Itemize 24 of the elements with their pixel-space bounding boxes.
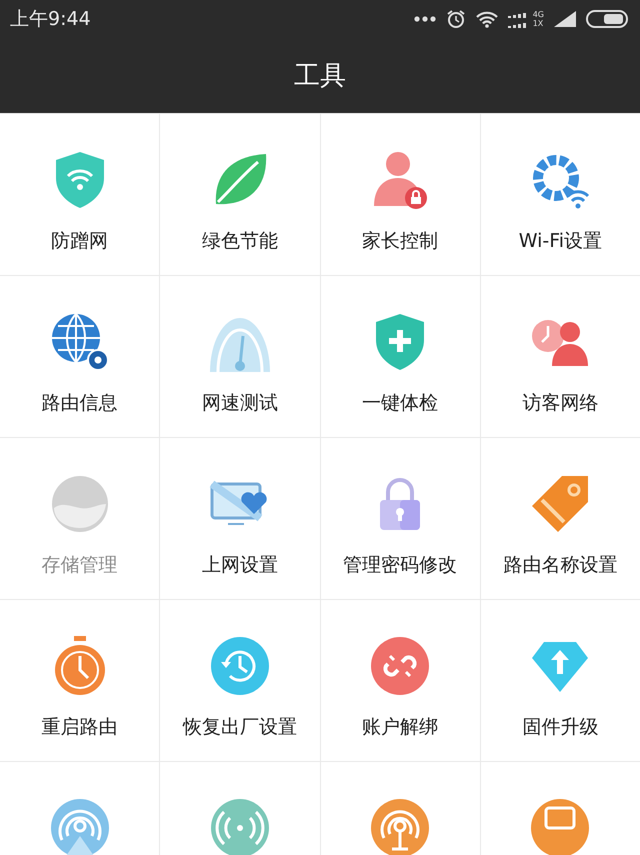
tool-tile[interactable]: 重启路由: [0, 600, 160, 761]
tool-tile[interactable]: 一键体检: [320, 276, 480, 437]
tool-tile[interactable]: 上网设置: [160, 438, 320, 599]
status-time: 上午9:44: [10, 7, 91, 32]
network-type: 4G: [532, 10, 544, 19]
tool-tile[interactable]: 访客网络: [480, 276, 640, 437]
network-type: 1X: [532, 19, 544, 28]
tool-tile[interactable]: 防蹭网: [0, 114, 160, 275]
tool-tile[interactable]: Wi-Fi设置: [480, 114, 640, 275]
tool-tile[interactable]: 账户解绑: [320, 600, 480, 761]
page-title: 工具: [294, 60, 346, 93]
tool-tile[interactable]: 恢复出厂设置: [160, 600, 320, 761]
tool-tile[interactable]: 路由信息: [0, 276, 160, 437]
tool-tile[interactable]: 家长控制: [320, 114, 480, 275]
tool-tile[interactable]: 路由名称设置: [480, 438, 640, 599]
more-icon: [414, 16, 436, 22]
tool-tile[interactable]: 固件升级: [480, 600, 640, 761]
tool-tile[interactable]: 网速测试: [160, 276, 320, 437]
wifi-icon: [476, 10, 498, 28]
signal-icon: [554, 11, 576, 27]
tool-tile[interactable]: 绿色节能: [160, 114, 320, 275]
battery-icon: [586, 10, 628, 28]
tool-tile[interactable]: 管理密码修改: [320, 438, 480, 599]
alarm-icon: [446, 9, 466, 29]
